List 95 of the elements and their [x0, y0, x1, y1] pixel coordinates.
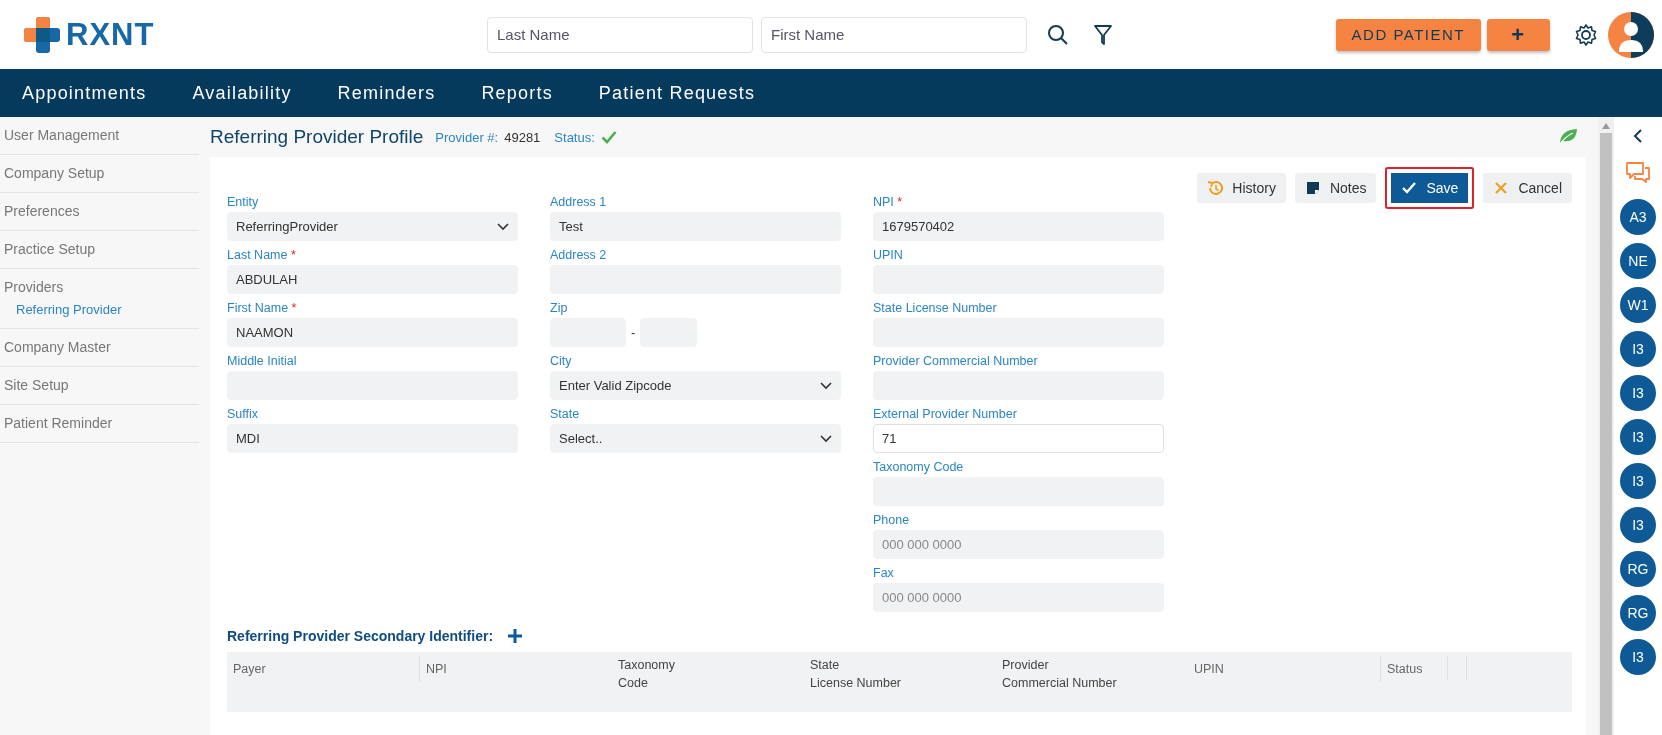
- dropdown[interactable]: Select..: [550, 424, 841, 453]
- input-field[interactable]: 71: [873, 424, 1164, 453]
- user-initials-avatar[interactable]: W1: [1620, 287, 1656, 323]
- provider-number: 49281: [504, 129, 541, 145]
- field-label: Provider Commercial Number: [873, 354, 1039, 368]
- user-initials-avatar[interactable]: I3: [1620, 331, 1656, 367]
- sidebar-item[interactable]: Site Setup: [4, 373, 195, 397]
- column-header: Payer: [232, 661, 267, 678]
- logo-text: RXNT: [66, 16, 155, 53]
- sidebar-item[interactable]: User Management: [4, 123, 195, 147]
- add-icon[interactable]: [507, 628, 524, 644]
- input-field[interactable]: MDI: [227, 424, 518, 453]
- search-field[interactable]: First Name: [761, 16, 1027, 53]
- field-label: First Name *: [227, 301, 298, 315]
- field-label: UPIN: [873, 248, 904, 262]
- sidebar-item[interactable]: Providers: [4, 275, 195, 299]
- user-initials-avatar[interactable]: I3: [1620, 419, 1656, 455]
- chevron-down-icon: [497, 222, 509, 231]
- history-button[interactable]: History: [1197, 173, 1286, 203]
- section-title: Referring Provider Secondary Identifier:: [227, 628, 494, 644]
- column-header: Taxonomy Code: [617, 657, 676, 692]
- field-label: Suffix: [227, 407, 260, 421]
- column-header: UPIN: [1193, 661, 1225, 678]
- column-header: Provider Commercial Number: [1001, 657, 1118, 692]
- close-icon: [1493, 180, 1510, 196]
- search-field[interactable]: Last Name: [487, 16, 753, 53]
- chevron-down-icon: [820, 381, 832, 390]
- notes-button[interactable]: Notes: [1294, 173, 1377, 203]
- input-field[interactable]: ABDULAH: [227, 265, 518, 294]
- field-label: Taxonomy Code: [873, 460, 965, 474]
- field-label: Address 2: [550, 248, 608, 262]
- user-avatar-icon: [1608, 11, 1654, 58]
- field-label: Phone: [873, 513, 911, 527]
- cross-logo-icon: [24, 16, 60, 53]
- chevron-down-icon: [820, 434, 832, 443]
- sidebar-item[interactable]: Practice Setup: [4, 237, 195, 261]
- settings-icon[interactable]: [1574, 22, 1598, 47]
- field-label: Address 1: [550, 195, 608, 209]
- search-icon: [1047, 23, 1069, 46]
- field-label: Zip: [550, 301, 569, 315]
- scrollbar-thumb[interactable]: [1600, 133, 1612, 735]
- user-initials-avatar[interactable]: I3: [1620, 507, 1656, 543]
- field-label: Middle Initial: [227, 354, 298, 368]
- nav-link[interactable]: Reminders: [337, 82, 436, 104]
- sidebar-item[interactable]: Patient Reminder: [4, 411, 195, 435]
- nav-link[interactable]: Patient Requests: [598, 82, 756, 104]
- field-label: State: [550, 407, 581, 421]
- input-field[interactable]: 1679570402: [873, 212, 1164, 241]
- input-field[interactable]: 000 000 0000: [873, 583, 1164, 612]
- user-initials-avatar[interactable]: I3: [1620, 375, 1656, 411]
- page-title: Referring Provider Profile: [210, 126, 424, 148]
- field-label: NPI *: [873, 195, 904, 209]
- filter-icon: [1093, 23, 1113, 46]
- sidebar-item[interactable]: Company Master: [4, 335, 195, 359]
- nav-link[interactable]: Availability: [192, 82, 292, 104]
- sidebar-item[interactable]: Company Setup: [4, 161, 195, 185]
- input-field[interactable]: Test: [550, 212, 841, 241]
- scroll-up-arrow-icon: [1602, 123, 1610, 129]
- input-field[interactable]: NAAMON: [227, 318, 518, 347]
- cancel-button[interactable]: Cancel: [1483, 173, 1572, 203]
- field-label: City: [550, 354, 573, 368]
- chat-icon[interactable]: [1625, 161, 1651, 185]
- field-label: Entity: [227, 195, 260, 209]
- add-patient-button[interactable]: ADD PATIENT: [1335, 18, 1481, 51]
- field-label: State License Number: [873, 301, 998, 315]
- dropdown[interactable]: Enter Valid Zipcode: [550, 371, 841, 400]
- scrollbar[interactable]: [1598, 117, 1614, 735]
- history-icon: [1207, 180, 1224, 196]
- field-label: Last Name *: [227, 248, 297, 262]
- dropdown[interactable]: ReferringProvider: [227, 212, 518, 241]
- leaf-icon: [1558, 128, 1578, 146]
- sidebar-subitem[interactable]: Referring Provider: [4, 299, 195, 321]
- user-initials-avatar[interactable]: NE: [1620, 243, 1656, 279]
- status-label: Status:: [554, 129, 595, 145]
- column-header: Status: [1380, 656, 1447, 682]
- check-icon: [1401, 180, 1418, 196]
- column-header: NPI: [419, 656, 612, 682]
- user-initials-avatar[interactable]: RG: [1620, 595, 1656, 631]
- provider-label: Provider #:: [435, 129, 499, 145]
- field-label: Fax: [873, 566, 895, 580]
- nav-link[interactable]: Appointments: [22, 82, 147, 104]
- user-initials-avatar[interactable]: A3: [1620, 199, 1656, 235]
- zip-separator: -: [631, 325, 636, 340]
- column-header: State License Number: [809, 657, 902, 692]
- note-icon: [1304, 180, 1321, 196]
- field-label: External Provider Number: [873, 407, 1018, 421]
- save-button[interactable]: Save: [1385, 167, 1475, 209]
- collapse-chevron-icon[interactable]: [1633, 129, 1643, 143]
- plus-button[interactable]: +: [1487, 18, 1550, 51]
- user-initials-avatar[interactable]: RG: [1620, 551, 1656, 587]
- input-field[interactable]: 000 000 0000: [873, 530, 1164, 559]
- sidebar-item[interactable]: Preferences: [4, 199, 195, 223]
- user-initials-avatar[interactable]: I3: [1620, 639, 1656, 675]
- user-initials-avatar[interactable]: I3: [1620, 463, 1656, 499]
- nav-link[interactable]: Reports: [481, 82, 553, 104]
